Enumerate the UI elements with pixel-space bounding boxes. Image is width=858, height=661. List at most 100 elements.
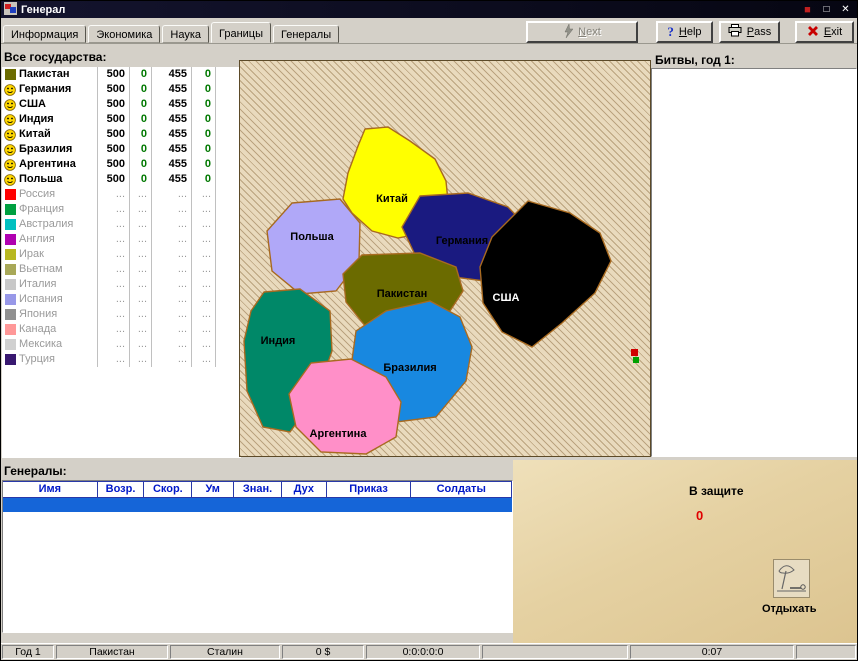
state-row[interactable]: Франция............ (2, 202, 241, 217)
state-row[interactable]: Ирак............ (2, 247, 241, 262)
tab-economy[interactable]: Экономика (88, 25, 161, 43)
state-value: 500 (98, 142, 130, 157)
pass-button-label: Pass (746, 26, 772, 38)
pass-button[interactable]: Pass (719, 21, 780, 43)
state-value: ... (152, 322, 192, 337)
state-value: 0 (192, 82, 216, 97)
state-row[interactable]: Англия............ (2, 232, 241, 247)
color-square-icon (2, 264, 18, 275)
state-row[interactable]: Польша 500 0 455 0 (2, 172, 241, 187)
state-row[interactable]: Канада............ (2, 322, 241, 337)
color-square-icon (2, 339, 18, 350)
tab-science[interactable]: Наука (162, 25, 210, 43)
state-name: Испания (18, 292, 98, 307)
exit-button[interactable]: Exit (795, 21, 854, 43)
state-value: ... (98, 277, 130, 292)
state-name: Бразилия (18, 142, 98, 157)
state-row[interactable]: США 500 0 455 0 (2, 97, 241, 112)
generals-panel-title: Генералы: (4, 464, 67, 478)
color-square-icon (2, 219, 18, 230)
state-value: 500 (98, 157, 130, 172)
state-row[interactable]: Мексика............ (2, 337, 241, 352)
tab-strip: Информация Экономика Наука Границы Генер… (1, 18, 857, 44)
tab-generals[interactable]: Генералы (273, 25, 340, 43)
state-value: 0 (130, 97, 152, 112)
tab-information[interactable]: Информация (3, 25, 87, 43)
next-button-label: Next (578, 26, 601, 38)
state-value: ... (152, 292, 192, 307)
generals-table: Имя Возр. Скор. Ум Знан. Дух Приказ Солдаты (2, 480, 513, 633)
maximize-button[interactable]: □ (818, 3, 835, 16)
generals-column-header[interactable]: Имя (3, 482, 98, 497)
world-map: Китай Польша Германия США Пакистан Индия Брази… (239, 60, 651, 457)
generals-column-header[interactable]: Скор. (144, 482, 193, 497)
states-panel-title: Все государства: (4, 50, 107, 64)
state-value: ... (192, 307, 216, 322)
smiley-icon (2, 173, 18, 186)
state-name: Китай (18, 127, 98, 142)
state-row[interactable]: Пакистан 500 0 455 0 (2, 67, 241, 82)
state-value: 455 (152, 172, 192, 187)
smiley-icon (2, 83, 18, 96)
state-row[interactable]: Индия 500 0 455 0 (2, 112, 241, 127)
status-segment: 0:0:0:0:0 (366, 645, 480, 659)
state-value: ... (192, 352, 216, 367)
state-value: ... (130, 187, 152, 202)
generals-selected-row[interactable] (3, 498, 512, 512)
battles-panel-title: Битвы, год 1: (655, 53, 735, 67)
state-row[interactable]: Италия............ (2, 277, 241, 292)
rest-action-label[interactable]: Отдыхать (762, 603, 817, 615)
generals-column-header[interactable]: Солдаты (411, 482, 513, 497)
state-value: 500 (98, 67, 130, 82)
generals-column-header[interactable]: Возр. (98, 482, 145, 497)
generals-column-header[interactable]: Ум (192, 482, 235, 497)
state-value: ... (98, 247, 130, 262)
state-value: ... (130, 337, 152, 352)
smiley-icon (2, 158, 18, 171)
state-value: ... (98, 292, 130, 307)
state-value: ... (152, 232, 192, 247)
state-value: 0 (130, 127, 152, 142)
state-name: Индия (18, 112, 98, 127)
state-value: 455 (152, 112, 192, 127)
state-value: ... (130, 352, 152, 367)
state-row[interactable]: Аргентина 500 0 455 0 (2, 157, 241, 172)
state-value: ... (152, 262, 192, 277)
state-row[interactable]: Вьетнам............ (2, 262, 241, 277)
battles-list[interactable] (651, 68, 857, 457)
state-row[interactable]: Австралия............ (2, 217, 241, 232)
state-name: Россия (18, 187, 98, 202)
color-square-icon (2, 354, 18, 365)
state-value: ... (98, 217, 130, 232)
state-row[interactable]: Бразилия 500 0 455 0 (2, 142, 241, 157)
state-value: 0 (192, 67, 216, 82)
state-row[interactable]: Германия 500 0 455 0 (2, 82, 241, 97)
state-row[interactable]: Россия............ (2, 187, 241, 202)
map-marker-dot (631, 349, 638, 356)
state-value: ... (98, 337, 130, 352)
close-button[interactable]: ✕ (837, 3, 854, 16)
generals-column-header[interactable]: Знан. (234, 482, 282, 497)
state-value: ... (152, 247, 192, 262)
help-button[interactable]: ? Help (656, 21, 713, 43)
state-row[interactable]: Турция............ (2, 352, 241, 367)
tab-borders[interactable]: Границы (211, 22, 272, 43)
state-name: Мексика (18, 337, 98, 352)
state-row[interactable]: Испания............ (2, 292, 241, 307)
state-value: ... (192, 292, 216, 307)
rest-icon[interactable] (773, 559, 810, 598)
state-value: ... (152, 202, 192, 217)
next-button[interactable]: Next (526, 21, 638, 43)
smiley-icon (2, 98, 18, 111)
state-value: 500 (98, 97, 130, 112)
generals-column-header[interactable]: Дух (282, 482, 327, 497)
generals-column-header[interactable]: Приказ (327, 482, 412, 497)
state-row[interactable]: Япония............ (2, 307, 241, 322)
state-value: 0 (130, 157, 152, 172)
minimize-button[interactable]: ■ (799, 3, 816, 16)
defense-title: В защите (689, 484, 744, 498)
state-name: Аргентина (18, 157, 98, 172)
state-value: 0 (192, 97, 216, 112)
state-row[interactable]: Китай 500 0 455 0 (2, 127, 241, 142)
color-square-icon (2, 324, 18, 335)
